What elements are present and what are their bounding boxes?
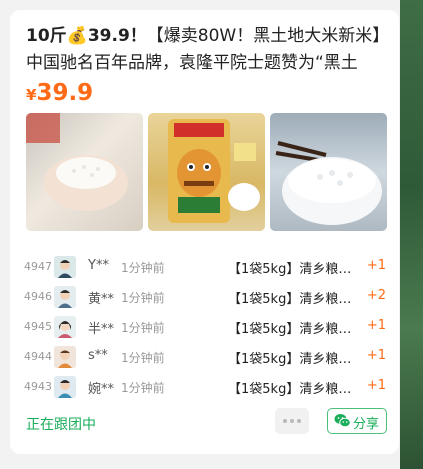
avatar <box>54 346 76 368</box>
price-currency: ¥ <box>26 86 37 104</box>
product-price: ¥39.9 <box>26 80 93 106</box>
order-time: 1分钟前 <box>121 381 165 395</box>
avatar <box>54 316 76 338</box>
list-item[interactable]: 4943 婉** 1分钟前 【1袋5kg】清乡粮… +1 <box>10 373 399 403</box>
share-button[interactable]: 分享 <box>327 408 387 434</box>
order-qty: +2 <box>366 288 386 303</box>
more-dots-icon[interactable] <box>275 408 309 434</box>
order-item: 【1袋5kg】清乡粮… <box>228 292 352 307</box>
buyer-name: Y** <box>88 258 109 273</box>
buyer-name: 婉** <box>88 382 115 397</box>
group-buy-card[interactable]: 10斤💰39.9！【爆卖80W！黑土地大米新米】中国驰名百年品牌，袁隆平院士题赞… <box>10 10 399 454</box>
avatar <box>54 376 76 398</box>
list-item[interactable]: 4947 Y** 1分钟前 【1袋5kg】清乡粮… +1 <box>10 253 399 283</box>
order-qty: +1 <box>366 258 386 273</box>
order-number: 4943 <box>24 380 52 393</box>
order-time: 1分钟前 <box>121 351 165 365</box>
order-time: 1分钟前 <box>121 321 165 335</box>
avatar <box>54 256 76 278</box>
avatar <box>54 286 76 308</box>
order-number: 4946 <box>24 290 52 303</box>
rice-in-hands-photo[interactable] <box>26 113 143 231</box>
wechat-icon <box>334 414 351 428</box>
order-number: 4945 <box>24 320 52 333</box>
rice-bag-tiger-photo[interactable] <box>148 113 265 231</box>
buyer-name: s** <box>88 348 108 363</box>
buyer-name: 半** <box>88 322 115 337</box>
order-item: 【1袋5kg】清乡粮… <box>228 382 352 397</box>
share-label: 分享 <box>353 417 380 432</box>
order-number: 4947 <box>24 260 52 273</box>
order-qty: +1 <box>366 378 386 393</box>
product-title[interactable]: 10斤💰39.9！【爆卖80W！黑土地大米新米】中国驰名百年品牌，袁隆平院士题赞… <box>26 23 384 77</box>
order-item: 【1袋5kg】清乡粮… <box>228 352 352 367</box>
order-item: 【1袋5kg】清乡粮… <box>228 262 352 277</box>
background-strip <box>400 0 423 469</box>
order-time: 1分钟前 <box>121 261 165 275</box>
product-images <box>26 113 387 231</box>
group-status: 正在跟团中 <box>26 417 96 433</box>
order-item: 【1袋5kg】清乡粮… <box>228 322 352 337</box>
buyer-name: 黄** <box>88 292 115 307</box>
order-qty: +1 <box>366 348 386 363</box>
order-number: 4944 <box>24 350 52 363</box>
rice-bowl-chopsticks-photo[interactable] <box>270 113 387 231</box>
list-item[interactable]: 4945 半** 1分钟前 【1袋5kg】清乡粮… +1 <box>10 313 399 343</box>
order-time: 1分钟前 <box>121 291 165 305</box>
order-qty: +1 <box>366 318 386 333</box>
list-item[interactable]: 4944 s** 1分钟前 【1袋5kg】清乡粮… +1 <box>10 343 399 373</box>
price-value: 39.9 <box>36 80 94 106</box>
title-highlight: 10斤💰39.9！ <box>26 26 147 46</box>
list-item[interactable]: 4946 黄** 1分钟前 【1袋5kg】清乡粮… +2 <box>10 283 399 313</box>
